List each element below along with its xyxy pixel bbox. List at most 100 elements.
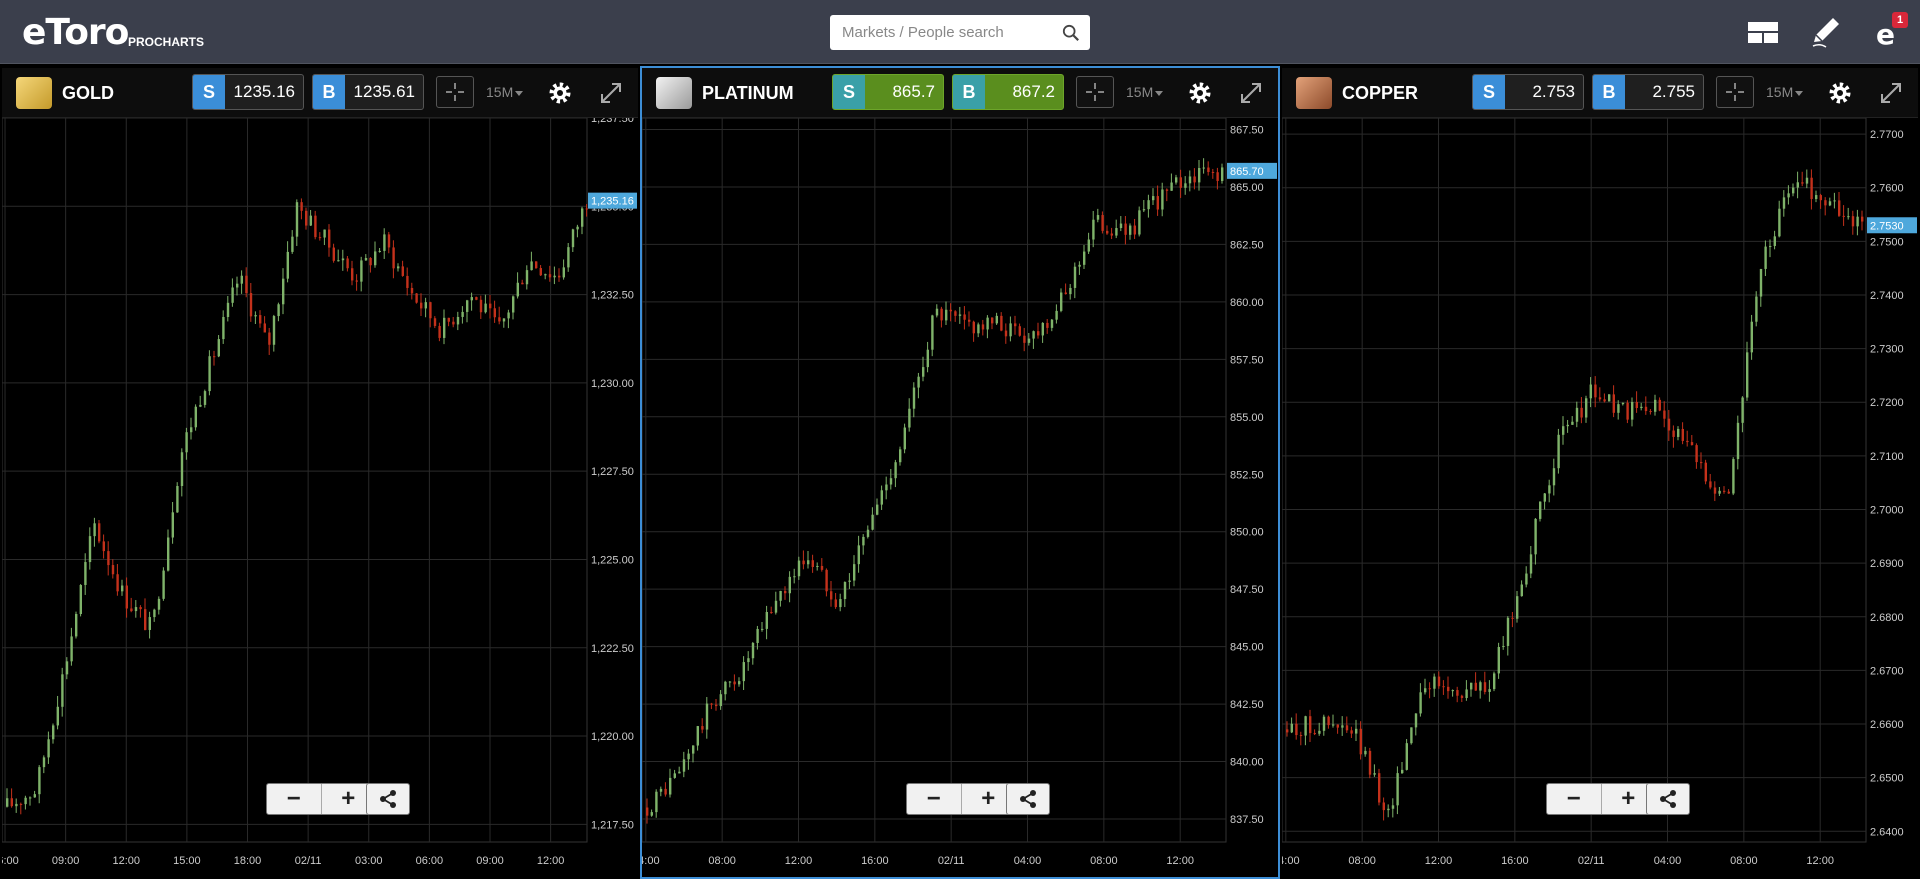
candle-body [1543,493,1546,502]
share-button[interactable] [1646,783,1690,815]
candle-body [1069,287,1072,295]
candle-body [1050,319,1054,328]
candle-body [843,581,847,600]
crosshair-button[interactable] [1716,76,1754,108]
candle-body [1493,673,1496,690]
candle-body [1014,323,1017,327]
candle-body [1447,686,1450,692]
buy-button[interactable]: B 1235.61 [312,74,424,110]
sell-button[interactable]: S 865.7 [832,74,944,110]
candle-body [1309,716,1312,734]
buy-button[interactable]: B 2.755 [1592,74,1704,110]
y-tick-label: 845.00 [1230,642,1264,654]
candle-body [926,349,929,368]
timeframe-select[interactable]: 15M [486,84,523,100]
candle-body [585,208,588,210]
y-tick-label: 1,230.00 [591,378,634,390]
candle-body [1142,209,1146,211]
candle-body [784,590,787,594]
candle-body [466,300,469,312]
crosshair-button[interactable] [436,76,474,108]
instrument-name[interactable]: COPPER [1342,83,1418,104]
candle-body [1677,428,1680,437]
candle-body [788,576,791,594]
x-tick-label: 12:00 [785,855,813,867]
candle-body [747,658,750,663]
pencil-icon[interactable] [1808,14,1844,50]
expand-icon[interactable] [1238,80,1264,106]
candle-body [199,404,202,407]
candle-body [217,339,220,357]
price-chart[interactable]: 2.7700 2.7600 2.7500 2.7400 2.7300 2.7200 2.71… [1282,118,1918,875]
candle-body [581,208,584,227]
candle-body [664,788,667,795]
candle-body [1009,323,1012,337]
candle-body [498,317,501,322]
zoom-out-button[interactable]: − [267,784,322,814]
buy-button[interactable]: B 867.2 [952,74,1064,110]
candle-body [1428,688,1431,690]
sell-button[interactable]: S 2.753 [1472,74,1584,110]
candle-body [222,316,225,340]
candle-body [793,576,796,578]
chart-panel-platinum[interactable]: PLATINUM S 865.7 B 867.2 15M 867.50 865.0… [640,66,1280,879]
y-tick-label: 2.7600 [1870,183,1904,195]
search-input[interactable] [830,15,1050,50]
instrument-name[interactable]: PLATINUM [702,83,794,104]
search-icon[interactable] [1062,24,1080,42]
candle-body [438,325,441,338]
candle-body [940,308,943,321]
candle-body [991,317,994,324]
candle-body [1087,239,1090,252]
instrument-icon[interactable] [1296,77,1332,109]
share-button[interactable] [1006,783,1050,815]
candle-body [751,642,755,659]
chart-panel-copper[interactable]: COPPER S 2.753 B 2.755 15M 2.7700 2.7600 2… [1280,66,1920,879]
candle-body [1483,682,1487,692]
y-tick-label: 2.7100 [1870,451,1904,463]
share-button[interactable] [366,783,410,815]
candle-body [834,599,837,608]
instrument-name[interactable]: GOLD [62,83,114,104]
gear-icon[interactable] [547,80,573,106]
gear-icon[interactable] [1827,80,1853,106]
candle-body [1286,729,1289,733]
candle-body [1055,310,1058,320]
candle-body [355,280,358,282]
candle-body [1096,215,1100,220]
etoro-logo[interactable]: eToro [22,12,129,53]
candle-body [1815,195,1818,200]
candle-body [6,798,9,807]
expand-icon[interactable] [1878,80,1904,106]
candle-body [443,317,446,338]
x-tick-label: 15:00 [173,855,201,867]
x-tick-label: 09:00 [52,855,80,867]
sell-button[interactable]: S 1235.16 [192,74,304,110]
instrument-icon[interactable] [16,77,52,109]
expand-icon[interactable] [598,80,624,106]
crosshair-button[interactable] [1076,76,1114,108]
candle-body [1746,352,1749,398]
candle-body [1548,485,1551,494]
notifications-button[interactable]: e 1 [1870,12,1908,51]
candle-body [1488,689,1491,692]
instrument-icon[interactable] [656,77,692,109]
candle-body [995,315,998,324]
search-box[interactable] [830,15,1090,50]
chart-panel-gold[interactable]: GOLD S 1235.16 B 1235.61 15M 1,237.50 1,2… [0,66,640,879]
zoom-out-button[interactable]: − [1547,784,1602,814]
candle-body [1470,682,1473,690]
y-tick-label: 840.00 [1230,757,1264,769]
layout-icon[interactable] [1745,14,1781,50]
zoom-out-button[interactable]: − [907,784,962,814]
timeframe-select[interactable]: 15M [1766,84,1803,100]
timeframe-select[interactable]: 15M [1126,84,1163,100]
candle-body [171,512,174,538]
candle-body [401,266,404,276]
price-chart[interactable]: 867.50 865.00 862.50 860.00 857.50 855.00 852.… [642,118,1278,875]
gear-icon[interactable] [1187,80,1213,106]
price-chart[interactable]: 1,237.501,235.001,232.501,230.001,227.50… [2,118,638,875]
y-tick-label: 862.50 [1230,239,1264,251]
candle-body [669,777,672,795]
x-tick-label: 08:00 [1730,855,1758,867]
